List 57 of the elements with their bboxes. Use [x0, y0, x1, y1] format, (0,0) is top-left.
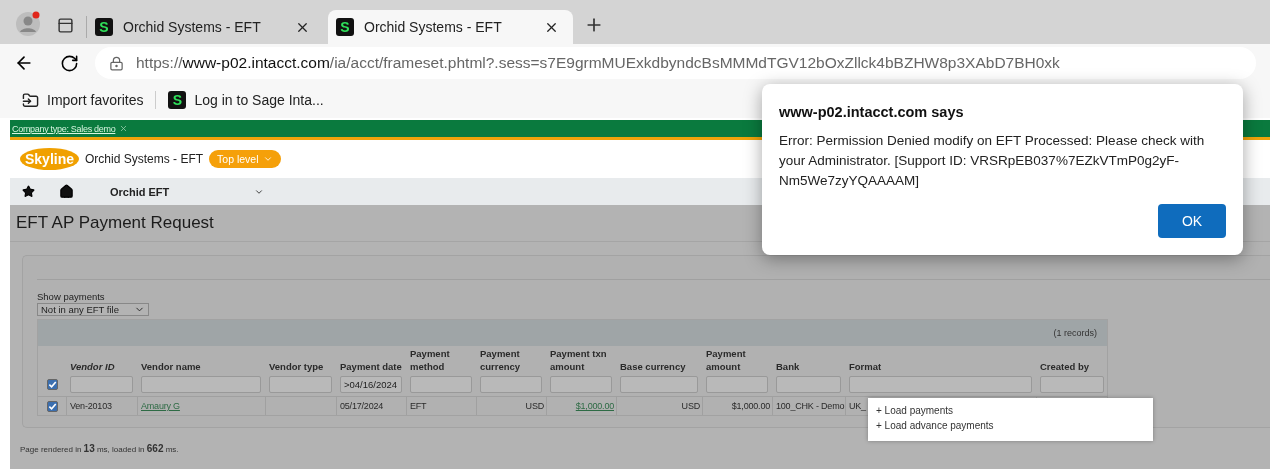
company-type-link[interactable]: Company type: Sales demo	[12, 123, 116, 134]
table-cell: USD	[476, 396, 546, 415]
browser-tab[interactable]: S Orchid Systems - EFT	[86, 16, 324, 38]
select-all-checkbox[interactable]	[46, 379, 58, 390]
filter-field[interactable]	[849, 376, 1032, 393]
ok-button[interactable]: OK	[1158, 204, 1226, 238]
star-icon[interactable]	[22, 185, 35, 198]
filter-field[interactable]	[480, 376, 542, 393]
home-icon[interactable]	[59, 184, 74, 199]
address-field[interactable]: https://www-p02.intacct.com/ia/acct/frameset.phtml?.sess=s7E9grmMUExkdbyndcBsMMMdTGV12bOxZllck4bBZHW8p3XAbD7BH0xk	[95, 47, 1256, 79]
bookmark[interactable]: Import favorites	[18, 87, 148, 113]
reload-icon[interactable]	[60, 53, 79, 73]
filter-field[interactable]	[706, 376, 768, 393]
table-cell: Ven-20103	[66, 396, 137, 415]
show-payments-select[interactable]: Not in any EFT file	[37, 303, 149, 316]
logo: Skyline	[20, 148, 80, 170]
folder-icon	[22, 91, 39, 109]
dialog-message: Error: Permission Denied modify on EFT Processed: Please check with your Administrator. [Support ID: VRSRpEB037%7EZkVTmP0g2yF-Nm5We7zyYQAAAAM]	[779, 132, 1206, 190]
column-header[interactable]: Created by	[1040, 360, 1104, 373]
record-count: (1 records)	[1053, 328, 1097, 338]
chevron-icon	[262, 154, 273, 164]
browser-tab[interactable]: S Orchid Systems - EFT	[328, 10, 573, 44]
filter-field[interactable]	[269, 376, 332, 393]
bookmark[interactable]: S Log in to Sage Inta...	[164, 87, 328, 113]
column-header[interactable]: Base currency	[620, 360, 698, 373]
column-header[interactable]: Vendor name	[141, 360, 261, 373]
filter-field[interactable]	[550, 376, 612, 393]
column-header[interactable]: Bank	[776, 360, 841, 373]
column-header[interactable]: Format	[849, 360, 1032, 373]
show-payments-label: Show payments	[37, 291, 105, 302]
column-header[interactable]: Payment txn amount	[550, 347, 612, 373]
company-name: Orchid Systems - EFT	[85, 152, 204, 166]
column-header[interactable]: Payment method	[410, 347, 472, 373]
nav-menu[interactable]: Orchid EFT	[104, 184, 271, 199]
row-checkbox[interactable]	[46, 400, 58, 412]
menu-item[interactable]: + Load advance payments	[876, 419, 1145, 432]
filter-field[interactable]	[410, 376, 472, 393]
column-header[interactable]: Payment currency	[480, 347, 542, 373]
column-header[interactable]: Vendor type	[269, 360, 332, 373]
column-header[interactable]: Payment date	[340, 360, 402, 373]
filter-field[interactable]: >04/16/2024	[340, 376, 402, 393]
filter-field[interactable]	[1040, 376, 1104, 393]
lock-icon	[109, 55, 124, 71]
dialog-title: www-p02.intacct.com says	[779, 104, 965, 120]
table-cell: USD	[616, 396, 702, 415]
render-time-note: Page rendered in 13 ms, loaded in 662 ms.	[19, 442, 180, 454]
table-cell: EFT	[406, 396, 476, 415]
column-header[interactable]: Vendor ID	[70, 360, 133, 373]
table-cell: 05/17/2024	[336, 396, 406, 415]
filter-field[interactable]	[620, 376, 698, 393]
page-title: EFT AP Payment Request	[16, 213, 214, 233]
table-cell: $1,000.00	[702, 396, 772, 415]
filter-field[interactable]	[141, 376, 261, 393]
column-header[interactable]: Payment amount	[706, 347, 768, 373]
filter-field[interactable]	[70, 376, 133, 393]
filter-field[interactable]	[776, 376, 841, 393]
table-cell: 100_CHK - Demo	[772, 396, 845, 415]
